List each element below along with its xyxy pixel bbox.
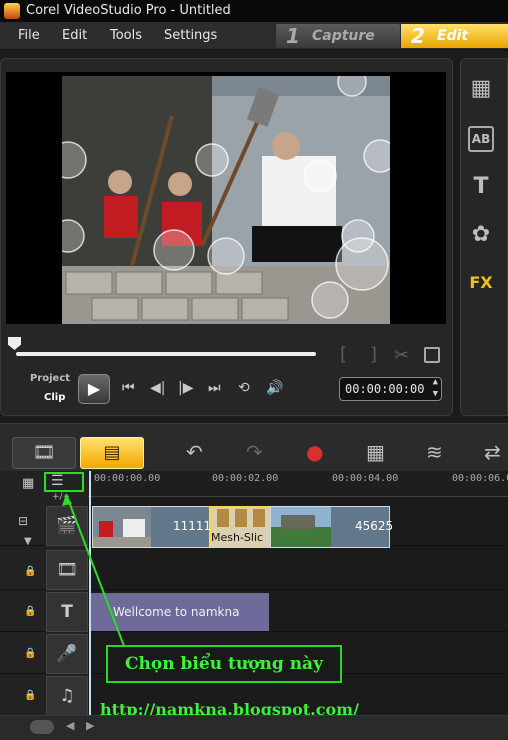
scroll-left-icon[interactable]: ◀ xyxy=(66,719,74,732)
annotation-callout: Chọn biểu tượng này xyxy=(106,645,342,683)
zoom-slider-icon[interactable] xyxy=(30,720,54,734)
annotation-arrow xyxy=(62,493,125,647)
scroll-right-icon[interactable]: ▶ xyxy=(86,719,94,732)
timeline-bottom-bar: ◀ ▶ xyxy=(0,715,508,740)
